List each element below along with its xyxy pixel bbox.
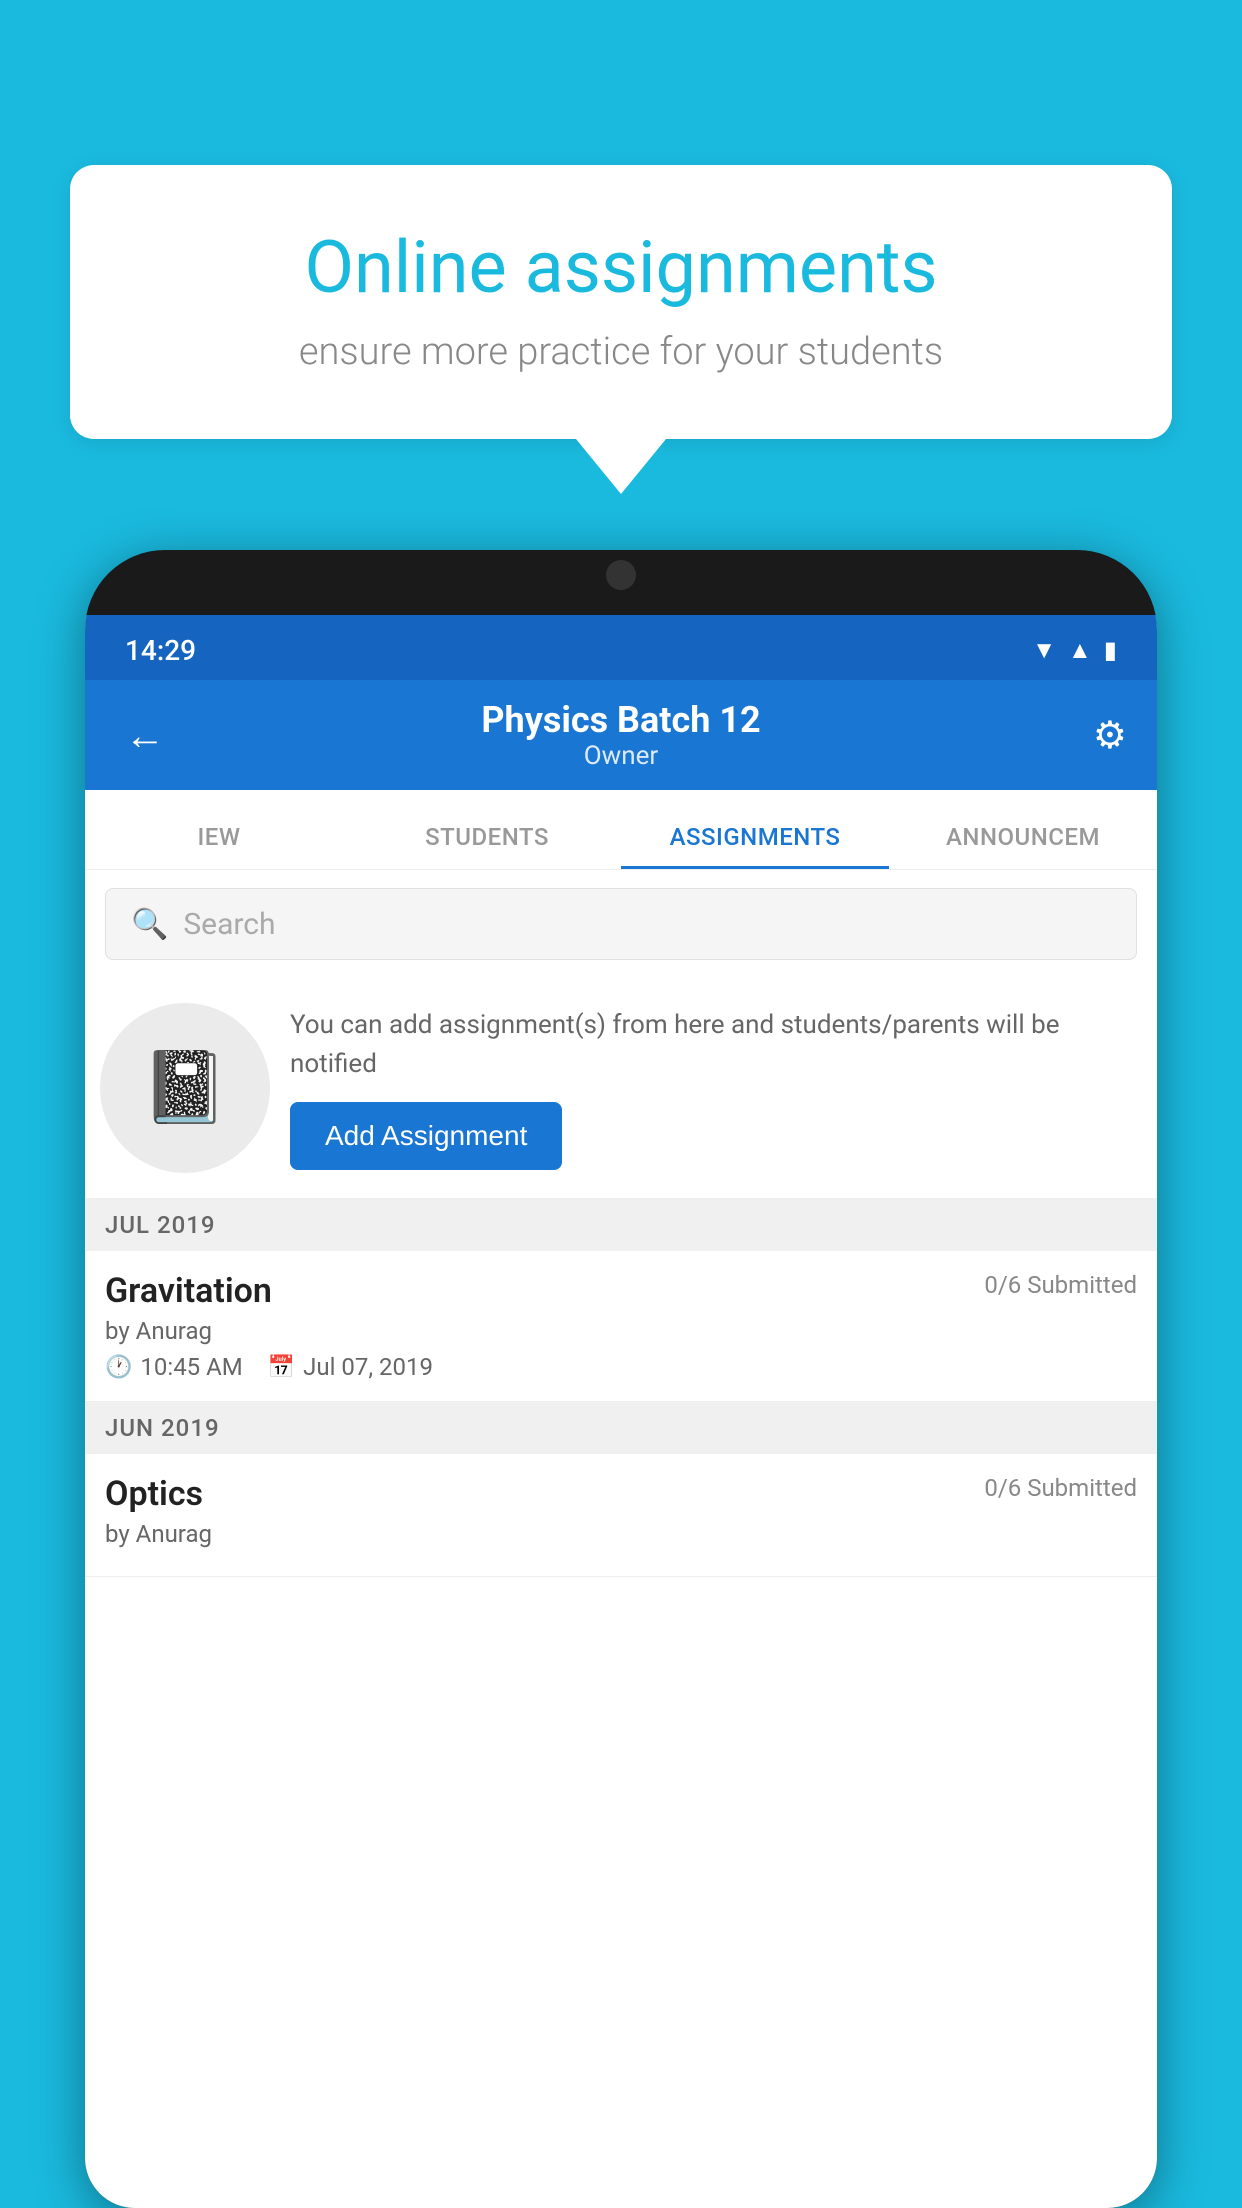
status-time: 14:29: [125, 634, 196, 667]
speech-bubble-title: Online assignments: [140, 225, 1102, 310]
assignment-by: by Anurag: [105, 1317, 1137, 1345]
assignment-title-optics: Optics: [105, 1474, 203, 1514]
add-assignment-button[interactable]: Add Assignment: [290, 1102, 562, 1170]
speech-bubble-tail: [576, 439, 666, 494]
assignment-by-optics: by Anurag: [105, 1520, 1137, 1548]
promo-text: You can add assignment(s) from here and …: [290, 1006, 1137, 1084]
tab-bar: IEW STUDENTS ASSIGNMENTS ANNOUNCEM: [85, 790, 1157, 870]
speech-bubble-container: Online assignments ensure more practice …: [70, 165, 1172, 494]
signal-icon: ▲: [1068, 636, 1092, 665]
promo-content: You can add assignment(s) from here and …: [290, 1006, 1137, 1170]
phone-screen: 14:29 ▼ ▲ ▮ ← Physics Batch 12 Owner ⚙ I…: [85, 615, 1157, 2208]
section-header-jul: JUL 2019: [85, 1199, 1157, 1251]
table-row[interactable]: Gravitation 0/6 Submitted by Anurag 🕐 10…: [85, 1251, 1157, 1402]
speech-bubble-subtitle: ensure more practice for your students: [140, 330, 1102, 374]
clock-icon: 🕐: [105, 1355, 132, 1380]
assignment-time: 🕐 10:45 AM: [105, 1353, 243, 1381]
phone-camera: [606, 560, 636, 590]
notebook-icon: 📓: [141, 1047, 228, 1129]
search-icon: 🔍: [131, 907, 168, 942]
search-container: 🔍 Search: [85, 870, 1157, 978]
table-row[interactable]: Optics 0/6 Submitted by Anurag: [85, 1454, 1157, 1577]
assignment-header: Gravitation 0/6 Submitted: [105, 1271, 1137, 1311]
wifi-icon: ▼: [1032, 636, 1056, 665]
app-bar-title-container: Physics Batch 12 Owner: [175, 699, 1067, 771]
tab-iew[interactable]: IEW: [85, 823, 353, 869]
tab-announcements[interactable]: ANNOUNCEM: [889, 823, 1157, 869]
search-bar[interactable]: 🔍 Search: [105, 888, 1137, 960]
promo-section: 📓 You can add assignment(s) from here an…: [85, 978, 1157, 1199]
assignment-title: Gravitation: [105, 1271, 272, 1311]
phone-frame: 14:29 ▼ ▲ ▮ ← Physics Batch 12 Owner ⚙ I…: [85, 550, 1157, 2208]
assignment-date: 📅 Jul 07, 2019: [268, 1353, 433, 1381]
assignment-submitted-optics: 0/6 Submitted: [984, 1474, 1137, 1502]
app-bar-subtitle: Owner: [175, 741, 1067, 771]
section-header-jun: JUN 2019: [85, 1402, 1157, 1454]
app-bar-title: Physics Batch 12: [175, 699, 1067, 741]
search-placeholder: Search: [183, 907, 275, 942]
status-icons: ▼ ▲ ▮: [1032, 636, 1117, 665]
status-bar: 14:29 ▼ ▲ ▮: [85, 615, 1157, 680]
assignment-submitted: 0/6 Submitted: [984, 1271, 1137, 1299]
tab-students[interactable]: STUDENTS: [353, 823, 621, 869]
assignment-header-optics: Optics 0/6 Submitted: [105, 1474, 1137, 1514]
tab-assignments[interactable]: ASSIGNMENTS: [621, 823, 889, 869]
assignment-meta: 🕐 10:45 AM 📅 Jul 07, 2019: [105, 1353, 1137, 1381]
speech-bubble: Online assignments ensure more practice …: [70, 165, 1172, 439]
phone-notch: [531, 550, 711, 600]
settings-button[interactable]: ⚙: [1093, 713, 1127, 758]
app-bar: ← Physics Batch 12 Owner ⚙: [85, 680, 1157, 790]
battery-icon: ▮: [1104, 636, 1117, 664]
calendar-icon: 📅: [268, 1355, 295, 1380]
promo-icon-circle: 📓: [100, 1003, 270, 1173]
back-button[interactable]: ←: [115, 702, 175, 769]
